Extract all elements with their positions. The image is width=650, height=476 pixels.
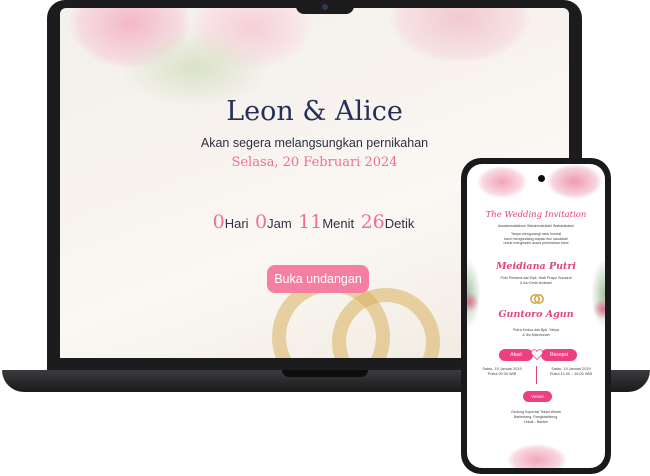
countdown-hours-label: Jam [267,216,292,231]
countdown-days-value: 0 [212,211,225,233]
address-line-1: Gedung Koperasi Tekad Waras [511,410,561,414]
flower-decoration [547,164,602,199]
countdown-minutes-value: 11 [298,211,323,233]
bride-parents-line-1: Putri Pertama dari Bpk. Hadi Puspo Sumar… [500,276,572,280]
intro-line-3: untuk menghadiri acara pernikahan kami [503,241,569,245]
schedule-divider [536,366,537,384]
groom-name: Guntoro Agun [498,309,574,320]
rings-icon [530,294,544,304]
heart-icon [531,349,543,360]
venue-button[interactable]: Venue [523,391,552,402]
flower-decoration [477,166,527,198]
phone-mockup: The Wedding Invitation Assalamualaikum W… [461,158,613,476]
phone-camera-icon [538,175,545,182]
countdown-minutes-label: Menit [322,216,355,231]
laptop-notch [296,0,354,14]
address-line-2: Narimbang, Rangkasbitung, [513,415,559,419]
address-line-3: Lebak - Banten [523,420,549,424]
page-subtitle: Akan segera melangsungkan pernikahan [200,136,429,150]
page-title: Leon & Alice [226,96,403,127]
laptop-base-notch [282,370,368,377]
camera-icon [322,4,328,10]
bride-parents-line-2: & Ibu Dede Andriani [520,281,552,285]
greeting-text: Assalamualaikum Warahmatullahi Wabarakat… [497,224,575,228]
groom-parents-line-2: & Ibu Maemunah [522,333,550,337]
countdown-seconds-label: Detik [384,216,415,231]
resepsi-time: Pukul 10.00 – 16.00 WIB [549,372,592,376]
countdown-hours-value: 0 [255,211,268,233]
resepsi-button[interactable]: Resepsi [541,349,577,361]
rose-decoration [390,8,530,63]
invitation-heading: The Wedding Invitation [485,210,587,220]
flower-decoration [507,444,567,468]
open-invitation-button[interactable]: Buka undangan [267,265,369,293]
akad-time: Pukul 09.00 WIB [487,372,517,376]
bride-name: Meidiana Putri [496,261,576,272]
groom-parents-line-1: Putra Kedua dari Bpk. Yahya [512,328,560,332]
phone-screen: The Wedding Invitation Assalamualaikum W… [467,164,605,468]
countdown-seconds-value: 26 [360,211,385,233]
akad-button[interactable]: Akad [499,349,533,361]
countdown-days-label: Hari [224,216,249,231]
